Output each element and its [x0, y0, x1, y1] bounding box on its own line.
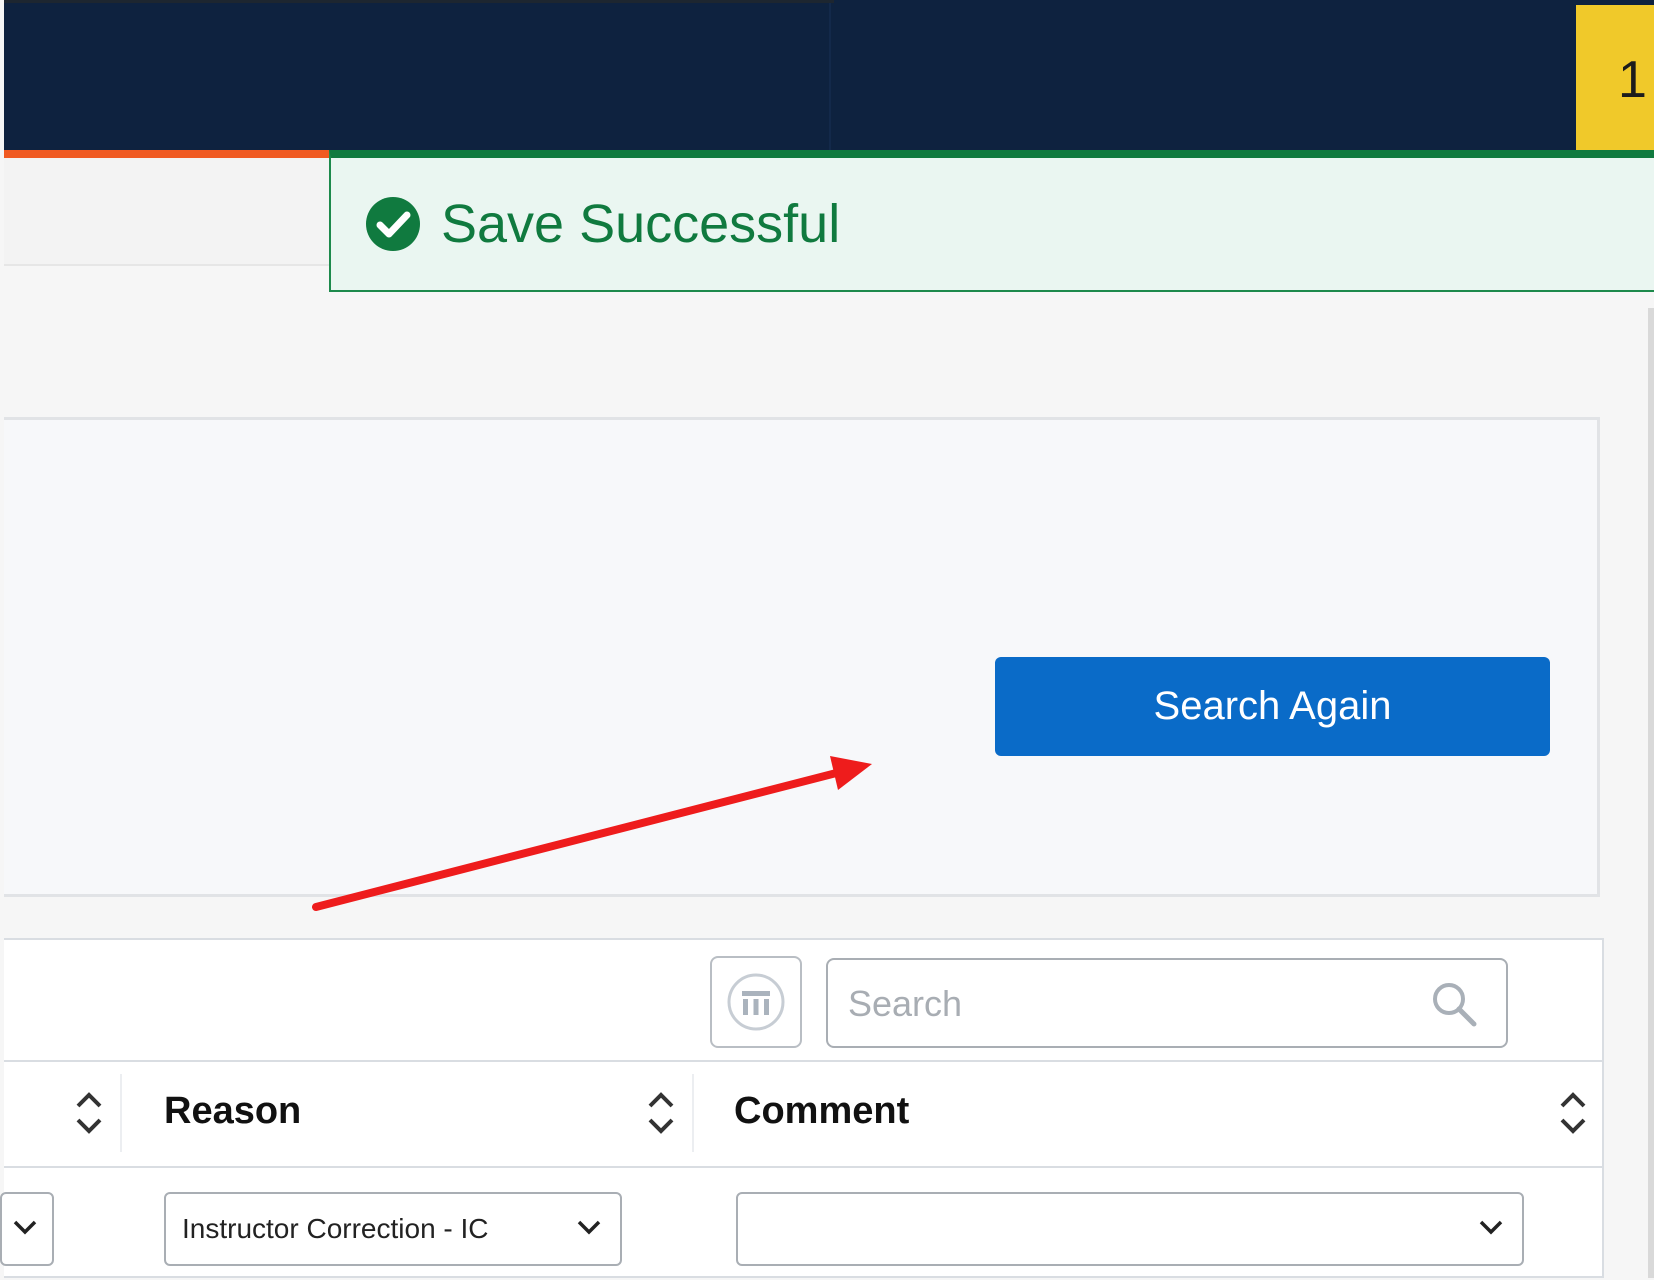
chevron-down-icon [13, 1220, 37, 1235]
data-grid: Reason Comment Instructor Correction - I… [0, 938, 1604, 1280]
top-navigation-bar [4, 0, 1654, 150]
reason-select[interactable]: Instructor Correction - IC [164, 1192, 622, 1266]
reason-select-value: Instructor Correction - IC [182, 1213, 489, 1244]
sort-icon[interactable] [74, 1088, 104, 1138]
toast-message: Save Successful [441, 194, 841, 254]
save-success-toast: Save Successful [329, 150, 1654, 292]
comment-select[interactable] [736, 1192, 1524, 1266]
check-circle-icon [366, 197, 420, 251]
sort-icon[interactable] [646, 1088, 676, 1138]
topbar-top-line [4, 0, 834, 3]
table-row: Instructor Correction - IC [0, 1168, 1602, 1280]
search-again-button[interactable]: Search Again [995, 657, 1550, 756]
vertical-scrollbar[interactable] [1648, 308, 1654, 1278]
column-header-reason[interactable]: Reason [164, 1090, 301, 1133]
chevron-down-icon [577, 1220, 601, 1235]
grid-search-input[interactable] [846, 970, 1410, 1038]
page-header-strip [4, 158, 330, 266]
column-header-comment[interactable]: Comment [734, 1090, 909, 1133]
active-tab-accent [4, 150, 330, 158]
grid-toolbar [4, 940, 1602, 1062]
sort-icon[interactable] [1558, 1088, 1588, 1138]
column-separator [692, 1074, 694, 1152]
notification-badge[interactable]: 1 [1576, 5, 1654, 150]
grid-search-box [826, 958, 1508, 1048]
grid-header-row: Reason Comment [4, 1060, 1602, 1168]
search-icon[interactable] [1430, 980, 1478, 1028]
topbar-divider [829, 3, 831, 150]
column-separator [120, 1074, 122, 1152]
columns-icon [727, 973, 785, 1031]
first-column-select[interactable] [0, 1192, 54, 1266]
chevron-down-icon [1479, 1220, 1503, 1235]
column-chooser-button[interactable] [710, 956, 802, 1048]
